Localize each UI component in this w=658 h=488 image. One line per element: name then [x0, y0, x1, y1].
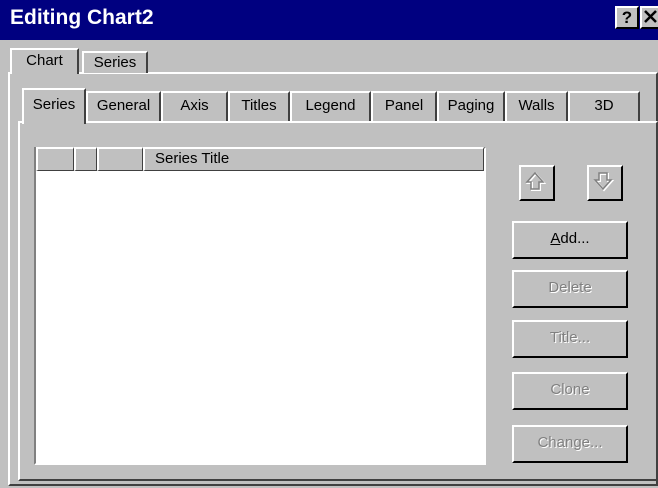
- arrow-up-icon: [525, 171, 547, 191]
- title-button[interactable]: Title...: [512, 320, 628, 358]
- tab-panel[interactable]: Panel: [371, 91, 437, 121]
- list-header-series-title[interactable]: Series Title: [143, 147, 484, 171]
- tab-legend[interactable]: Legend: [290, 91, 371, 121]
- add-button-accel: A: [550, 230, 561, 247]
- tab-series[interactable]: Series: [22, 88, 86, 124]
- delete-button[interactable]: Delete: [512, 270, 628, 308]
- arrow-down-icon: [593, 172, 615, 192]
- move-up-button[interactable]: [519, 165, 555, 201]
- tab-series-outer[interactable]: Series: [82, 51, 148, 73]
- add-button[interactable]: Add...: [512, 221, 628, 259]
- clone-button[interactable]: Clone: [512, 372, 628, 410]
- close-button[interactable]: [640, 6, 658, 29]
- help-button[interactable]: ?: [615, 6, 639, 29]
- tab-axis[interactable]: Axis: [161, 91, 228, 121]
- list-header-cell[interactable]: [97, 147, 143, 171]
- move-down-button[interactable]: [587, 165, 623, 201]
- tab-chart[interactable]: Chart: [10, 48, 79, 74]
- tab-general[interactable]: General: [86, 91, 161, 121]
- change-button[interactable]: Change...: [512, 425, 628, 463]
- list-header-cell[interactable]: [36, 147, 74, 171]
- list-header-cell[interactable]: [74, 147, 97, 171]
- tab-3d[interactable]: 3D: [568, 91, 640, 121]
- tab-titles[interactable]: Titles: [228, 91, 290, 121]
- tab-walls[interactable]: Walls: [505, 91, 568, 121]
- close-icon: [644, 10, 657, 23]
- window-title: Editing Chart2: [10, 6, 154, 29]
- series-list[interactable]: [34, 147, 486, 465]
- add-button-label: dd...: [560, 230, 590, 247]
- tab-paging[interactable]: Paging: [437, 91, 505, 121]
